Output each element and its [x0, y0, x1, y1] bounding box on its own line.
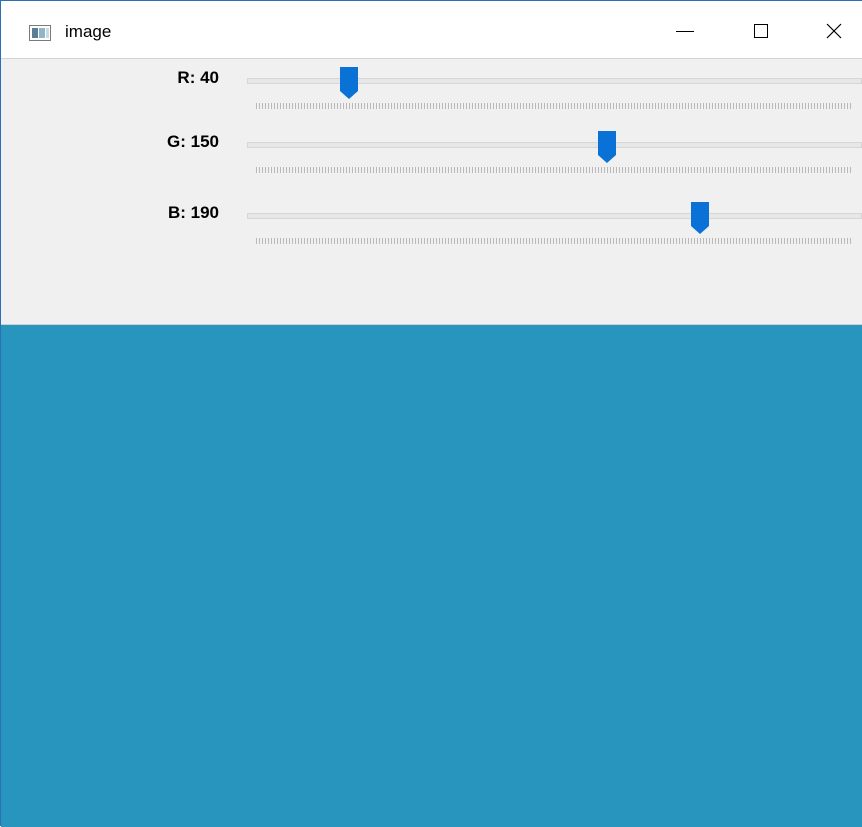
slider-thumb-b[interactable] [691, 202, 710, 234]
slider-track-b[interactable] [247, 213, 862, 219]
slider-row-r: R: 40 [1, 59, 862, 111]
slider-ticks-r [256, 103, 852, 109]
slider-row-g: G: 150 [1, 123, 862, 175]
slider-thumb-g[interactable] [597, 131, 616, 163]
title-bar[interactable]: image [1, 1, 862, 59]
slider-track-r[interactable] [247, 78, 862, 84]
slider-label-g: G: 150 [167, 132, 219, 151]
app-window: image R: 40 G: 150 B: 190 [0, 0, 862, 827]
window-title: image [65, 22, 112, 41]
app-window-icon [29, 25, 51, 41]
minimize-icon [676, 30, 694, 32]
slider-row-b: B: 190 [1, 194, 862, 246]
slider-thumb-r[interactable] [340, 67, 359, 99]
slider-label-b: B: 190 [167, 203, 219, 222]
slider-track-g[interactable] [247, 142, 862, 148]
trackbar-panel: R: 40 G: 150 B: 190 [1, 59, 862, 324]
close-button[interactable] [806, 1, 862, 59]
maximize-button[interactable] [729, 1, 793, 59]
slider-ticks-b [256, 238, 852, 244]
slider-label-r: R: 40 [177, 68, 219, 87]
maximize-icon [754, 24, 768, 38]
close-icon [826, 23, 842, 39]
slider-ticks-g [256, 167, 852, 173]
color-preview [1, 324, 862, 827]
minimize-button[interactable] [653, 1, 717, 59]
